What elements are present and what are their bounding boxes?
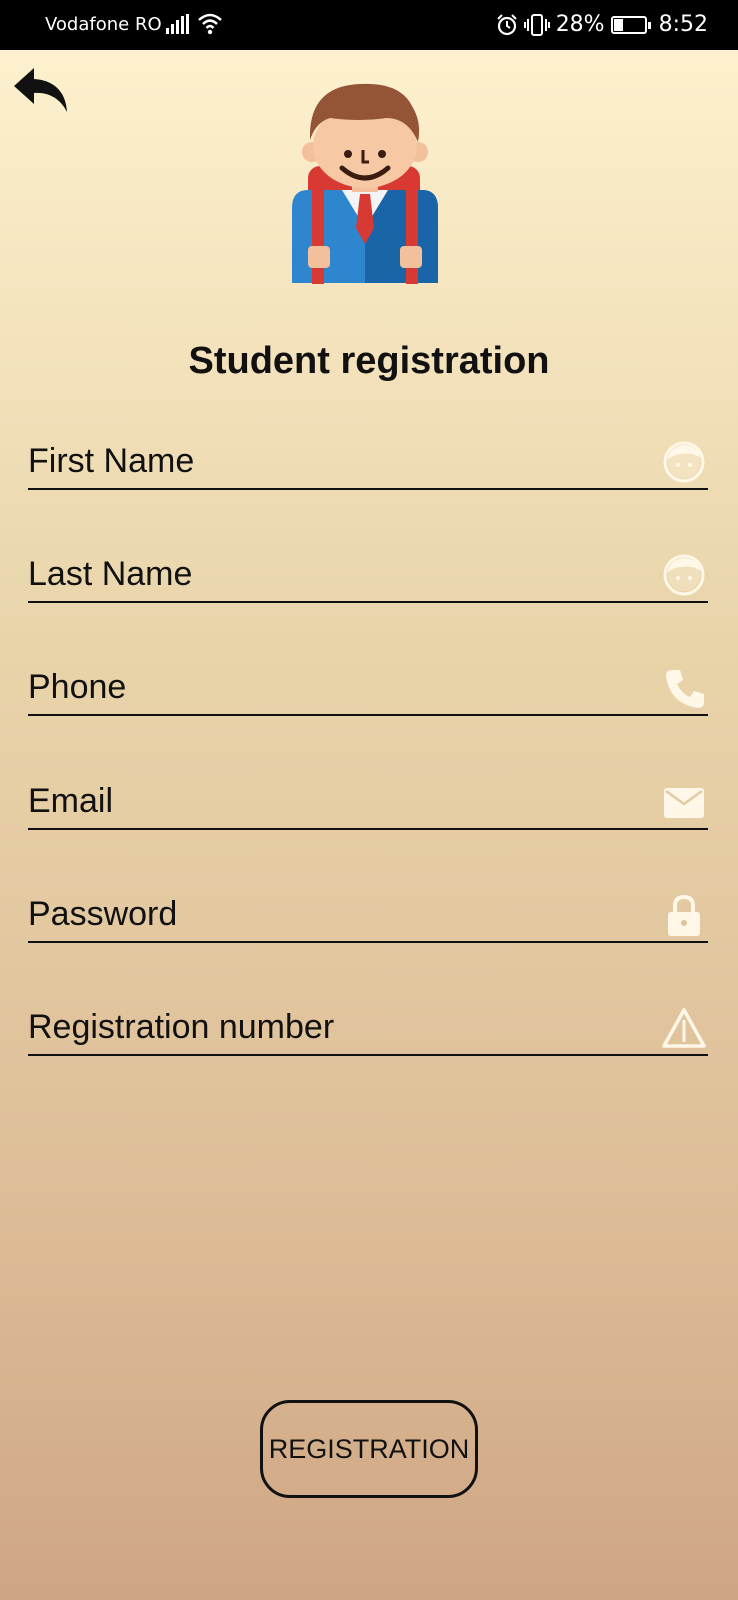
back-arrow-icon[interactable] — [12, 64, 72, 116]
signal-icon — [166, 14, 189, 34]
mail-icon — [664, 788, 704, 818]
registration-number-input[interactable] — [28, 996, 628, 1054]
email-input[interactable] — [28, 770, 628, 828]
vibrate-icon — [523, 13, 550, 36]
phone-icon — [666, 670, 704, 708]
registration-number-field — [28, 996, 708, 1056]
face-icon — [663, 441, 705, 483]
page-title: Student registration — [188, 340, 550, 382]
first-name-field — [28, 430, 708, 490]
clock: 8:52 — [658, 12, 708, 37]
email-field — [28, 770, 708, 830]
last-name-field — [28, 543, 708, 603]
battery-icon — [610, 15, 651, 34]
battery-percent: 28% — [555, 12, 605, 37]
password-input[interactable] — [28, 883, 628, 941]
carrier-label: Vodafone RO — [45, 14, 162, 35]
status-bar: Vodafone RO 28% 8:52 — [0, 0, 738, 50]
password-field — [28, 883, 708, 943]
student-avatar-icon — [292, 83, 438, 284]
wifi-icon — [198, 13, 222, 35]
phone-input[interactable] — [28, 656, 628, 714]
alarm-icon — [496, 13, 517, 35]
status-right: 28% 8:52 — [496, 12, 708, 37]
face-icon — [663, 554, 705, 596]
phone-field — [28, 656, 708, 716]
battery-fill — [613, 18, 623, 31]
first-name-input[interactable] — [28, 430, 628, 488]
last-name-input[interactable] — [28, 543, 628, 601]
registration-button[interactable]: REGISTRATION — [260, 1400, 478, 1498]
warning-icon — [662, 1008, 706, 1048]
lock-icon — [668, 894, 700, 936]
